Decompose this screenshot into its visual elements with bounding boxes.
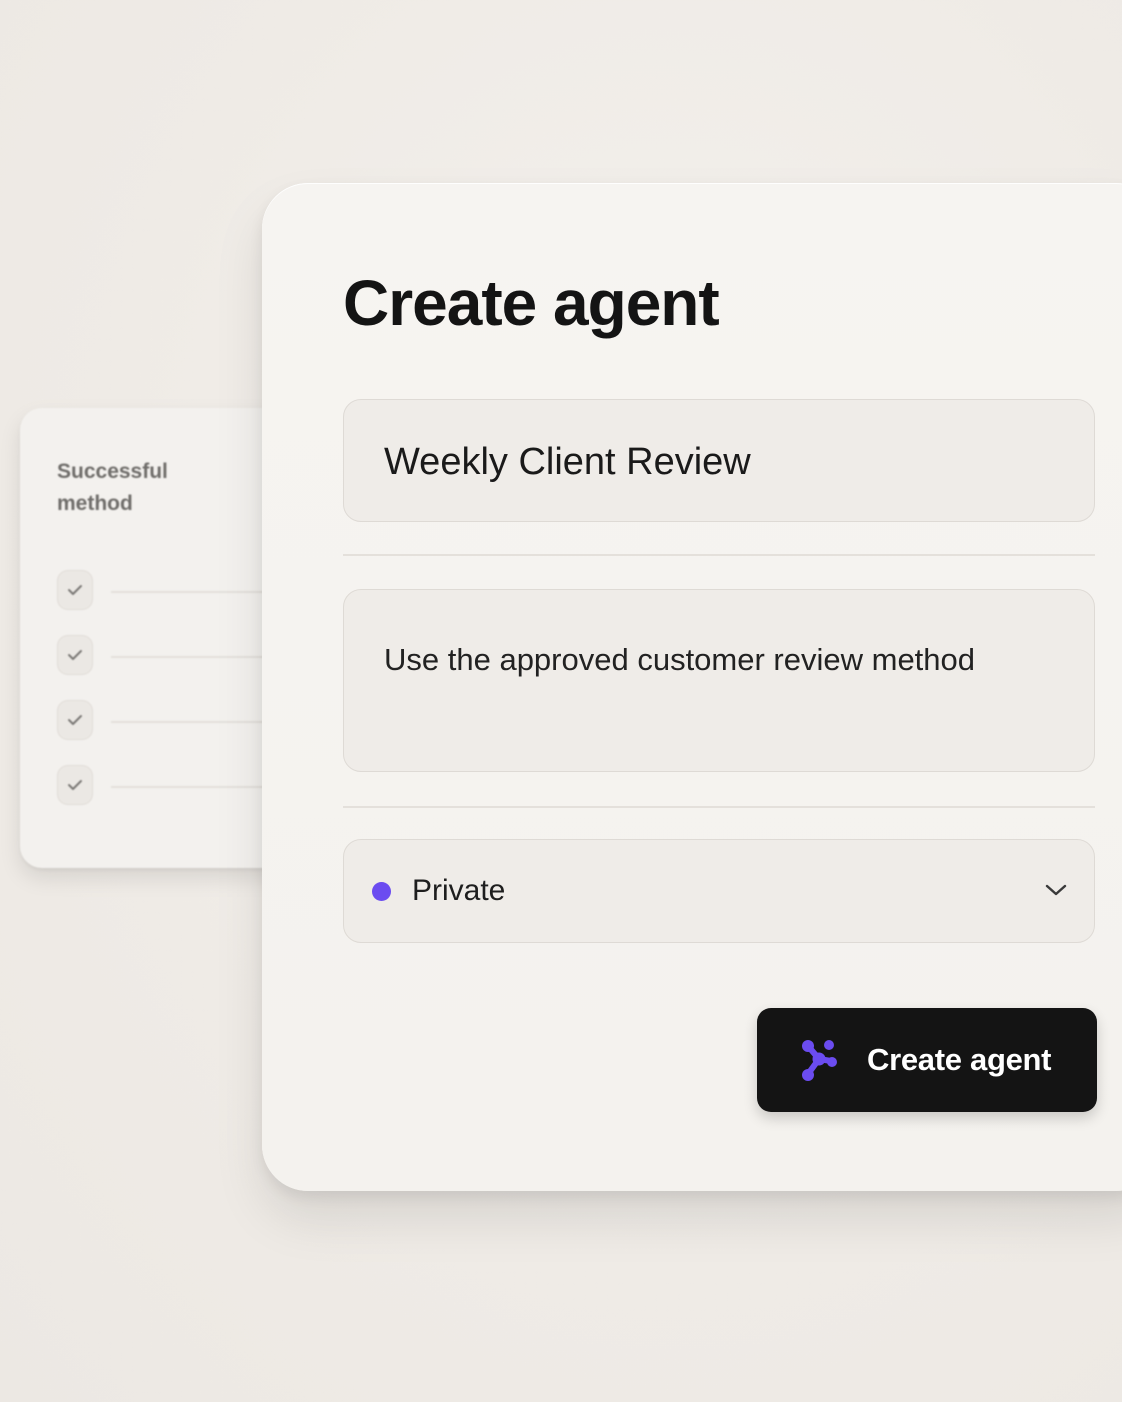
visibility-selected-label: Private: [412, 874, 506, 907]
dialog-title: Create agent: [343, 267, 720, 339]
checkmark-icon: [57, 570, 93, 610]
create-agent-button-label: Create agent: [867, 1042, 1052, 1077]
create-agent-dialog: Create agent Weekly Client Review Use th…: [262, 183, 1122, 1191]
checkmark-icon: [57, 700, 93, 740]
agent-name-input[interactable]: Weekly Client Review: [343, 399, 1095, 522]
agent-instructions-input[interactable]: Use the approved customer review method: [343, 589, 1095, 772]
checkmark-icon: [57, 765, 93, 805]
checkmark-icon: [57, 635, 93, 675]
visibility-dot-icon: [372, 881, 391, 901]
divider: [343, 806, 1095, 808]
visibility-select[interactable]: Private: [343, 839, 1095, 943]
divider: [343, 554, 1095, 556]
method-card-title: Successful method: [57, 460, 168, 515]
agent-network-icon: [802, 1040, 837, 1081]
chevron-down-icon: [1045, 884, 1067, 896]
create-agent-button[interactable]: Create agent: [757, 1008, 1097, 1112]
